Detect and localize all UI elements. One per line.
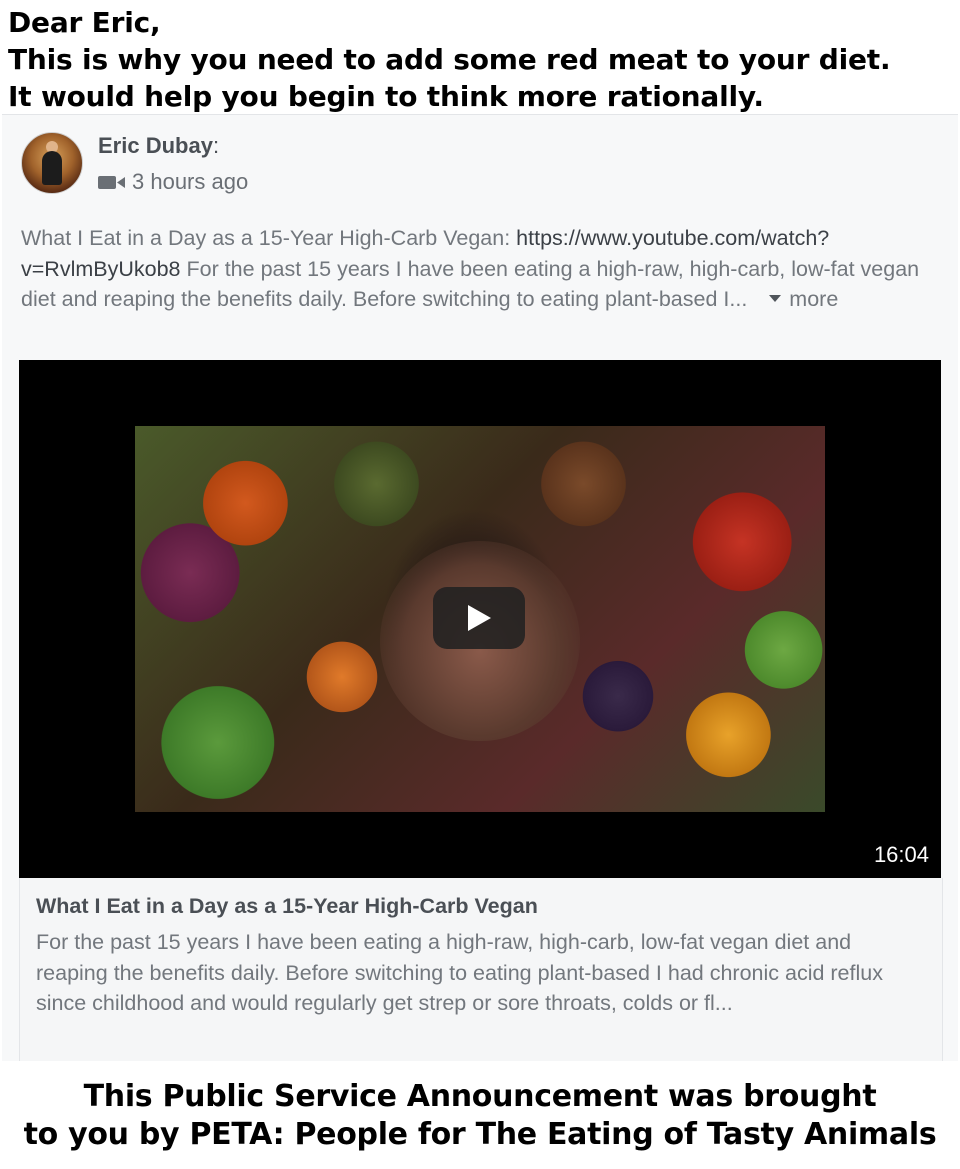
avatar-figure bbox=[42, 151, 62, 185]
caret-down-icon bbox=[769, 294, 782, 302]
top-caption-line: Dear Eric, bbox=[8, 6, 161, 39]
author-name: Eric Dubay: bbox=[98, 133, 219, 159]
post-card: Eric Dubay: 3 hours ago What I Eat in a … bbox=[2, 114, 958, 1061]
bottom-caption-line: to you by PETA: People for The Eating of… bbox=[23, 1117, 937, 1152]
more-label: more bbox=[789, 287, 839, 311]
post-text: What I Eat in a Day as a 15-Year High-Ca… bbox=[21, 223, 933, 315]
more-link[interactable]: more bbox=[769, 287, 838, 311]
bottom-caption: This Public Service Announcement was bro… bbox=[0, 1078, 960, 1154]
avatar[interactable] bbox=[21, 132, 83, 194]
bottom-caption-line: This Public Service Announcement was bro… bbox=[83, 1079, 877, 1114]
video-player[interactable]: 16:04 bbox=[19, 360, 941, 878]
play-button[interactable] bbox=[433, 587, 525, 649]
author-link[interactable]: Eric Dubay bbox=[98, 133, 213, 158]
post-meta: 3 hours ago bbox=[98, 169, 248, 195]
play-icon bbox=[468, 605, 491, 631]
video-camera-icon bbox=[98, 176, 125, 189]
preview-title[interactable]: What I Eat in a Day as a 15-Year High-Ca… bbox=[36, 894, 538, 919]
preview-description: For the past 15 years I have been eating… bbox=[36, 930, 883, 1015]
link-preview[interactable]: What I Eat in a Day as a 15-Year High-Ca… bbox=[19, 878, 943, 1061]
top-caption-line: This is why you need to add some red mea… bbox=[8, 43, 891, 76]
top-caption: Dear Eric, This is why you need to add s… bbox=[8, 4, 952, 115]
top-caption-line: It would help you begin to think more ra… bbox=[8, 80, 764, 113]
post-text-prefix: What I Eat in a Day as a 15-Year High-Ca… bbox=[21, 226, 517, 250]
author-colon: : bbox=[212, 133, 220, 158]
post-timestamp[interactable]: 3 hours ago bbox=[132, 169, 248, 195]
video-duration: 16:04 bbox=[873, 842, 929, 867]
